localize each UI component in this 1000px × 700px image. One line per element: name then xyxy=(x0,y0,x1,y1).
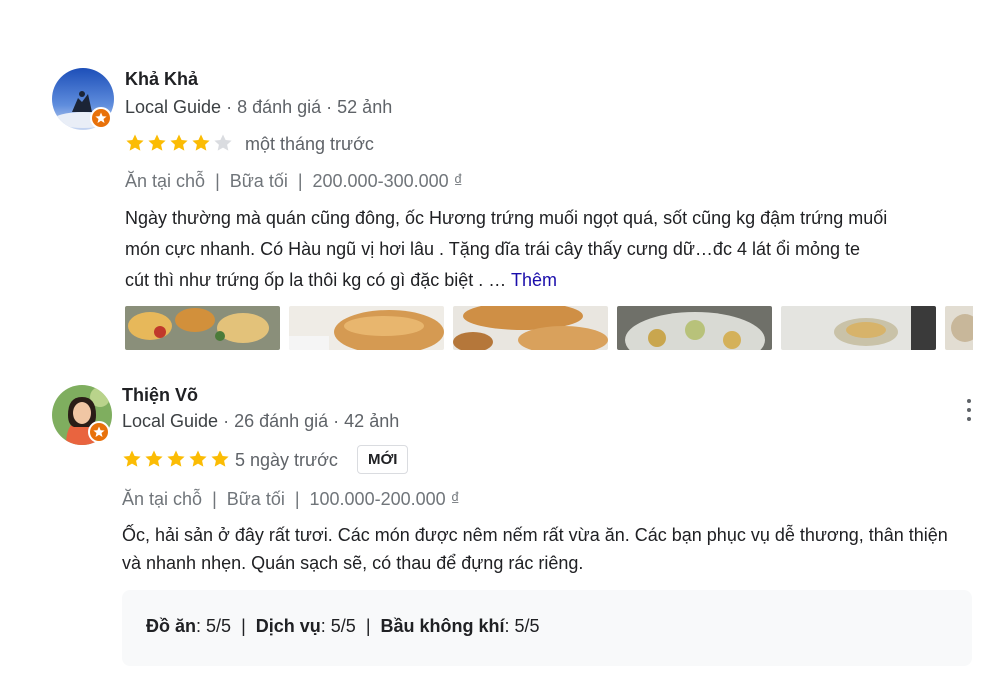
star-filled-icon xyxy=(145,450,163,467)
divider: | xyxy=(294,489,300,509)
review-tags: Ăn tại chỗ | Bữa tối | 100.000-200.000 ₫ xyxy=(122,489,460,510)
review-photo[interactable] xyxy=(781,306,936,350)
divider: | xyxy=(297,171,303,191)
local-guide-badge-icon xyxy=(90,107,112,129)
more-options-icon[interactable] xyxy=(964,399,974,421)
review-text-line: cút thì như trứng ốp la thôi kg có gì đặ… xyxy=(125,270,507,290)
sub-ratings-panel: Đồ ăn: 5/5 | Dịch vụ: 5/5 | Bầu không khí: 5… xyxy=(122,590,972,666)
tag-meal: Bữa tối xyxy=(226,489,285,509)
star-filled-icon xyxy=(123,450,141,467)
star-empty-icon xyxy=(214,134,232,151)
review-photo[interactable] xyxy=(453,306,608,350)
review-date: một tháng trước xyxy=(245,134,374,154)
divider: | xyxy=(212,489,217,509)
star-filled-icon xyxy=(189,450,207,467)
more-link[interactable]: Thêm xyxy=(511,270,557,290)
star-filled-icon xyxy=(167,450,185,467)
tag-service: Ăn tại chỗ xyxy=(125,171,206,191)
reviewer-name[interactable]: Thiện Võ xyxy=(122,385,198,406)
review-text-line: và nhanh nhẹn. Quán sạch sẽ, có thau để … xyxy=(122,553,584,573)
review-text: Ngày thường mà quán cũng đông, ốc Hương … xyxy=(125,203,973,296)
reviewer-meta: Local Guide · 26 đánh giá · 42 ảnh xyxy=(122,411,399,432)
review-date: 5 ngày trước xyxy=(235,450,338,470)
reviewer-meta: Local Guide · 8 đánh giá · 52 ảnh xyxy=(125,97,392,118)
star-filled-icon xyxy=(148,134,166,151)
review-text: Ốc, hải sản ở đây rất tươi. Các món được… xyxy=(122,521,973,577)
rating-value-service: 5/5 xyxy=(330,616,356,636)
review-text-line: Ngày thường mà quán cũng đông, ốc Hương … xyxy=(125,208,888,228)
review-photos xyxy=(125,306,973,350)
tag-service: Ăn tại chỗ xyxy=(122,489,203,509)
star-rating xyxy=(122,449,230,469)
rating-label-atmosphere: Bầu không khí xyxy=(380,616,505,636)
reviewer-stats: · 8 đánh giá · 52 ảnh xyxy=(226,97,393,117)
divider: | xyxy=(365,616,371,636)
divider: | xyxy=(241,616,246,636)
local-guide-label: Local Guide xyxy=(125,97,222,117)
review-photo[interactable] xyxy=(289,306,444,350)
divider: | xyxy=(215,171,220,191)
star-filled-icon xyxy=(170,134,188,151)
review-tags: Ăn tại chỗ | Bữa tối | 200.000-300.000 ₫ xyxy=(125,171,463,192)
star-filled-icon xyxy=(192,134,210,151)
star-rating xyxy=(125,133,233,153)
local-guide-label: Local Guide xyxy=(122,411,219,431)
reviewer-stats: · 26 đánh giá · 42 ảnh xyxy=(223,411,400,431)
review-photo[interactable] xyxy=(125,306,280,350)
reviewer-name[interactable]: Khả Khả xyxy=(125,69,198,90)
rating-label-food: Đồ ăn xyxy=(146,616,197,636)
tag-price: 200.000-300.000 ₫ xyxy=(312,171,463,191)
tag-meal: Bữa tối xyxy=(229,171,288,191)
review-text-line: món cực nhanh. Có Hàu ngũ vị hơi lâu . T… xyxy=(125,239,861,259)
sub-ratings: Đồ ăn: 5/5 | Dịch vụ: 5/5 | Bầu không khí: 5… xyxy=(146,616,540,636)
review-photo[interactable] xyxy=(617,306,772,350)
local-guide-badge-icon xyxy=(88,421,110,443)
star-filled-icon xyxy=(211,450,229,467)
rating-value-food: 5/5 xyxy=(206,616,232,636)
review-text-line: Ốc, hải sản ở đây rất tươi. Các món được… xyxy=(122,525,948,545)
review-photo[interactable] xyxy=(945,306,973,350)
new-badge: MỚI xyxy=(357,445,409,474)
rating-value-atmosphere: 5/5 xyxy=(514,616,540,636)
star-filled-icon xyxy=(126,134,144,151)
tag-price: 100.000-200.000 ₫ xyxy=(309,489,460,509)
rating-label-service: Dịch vụ xyxy=(255,616,321,636)
